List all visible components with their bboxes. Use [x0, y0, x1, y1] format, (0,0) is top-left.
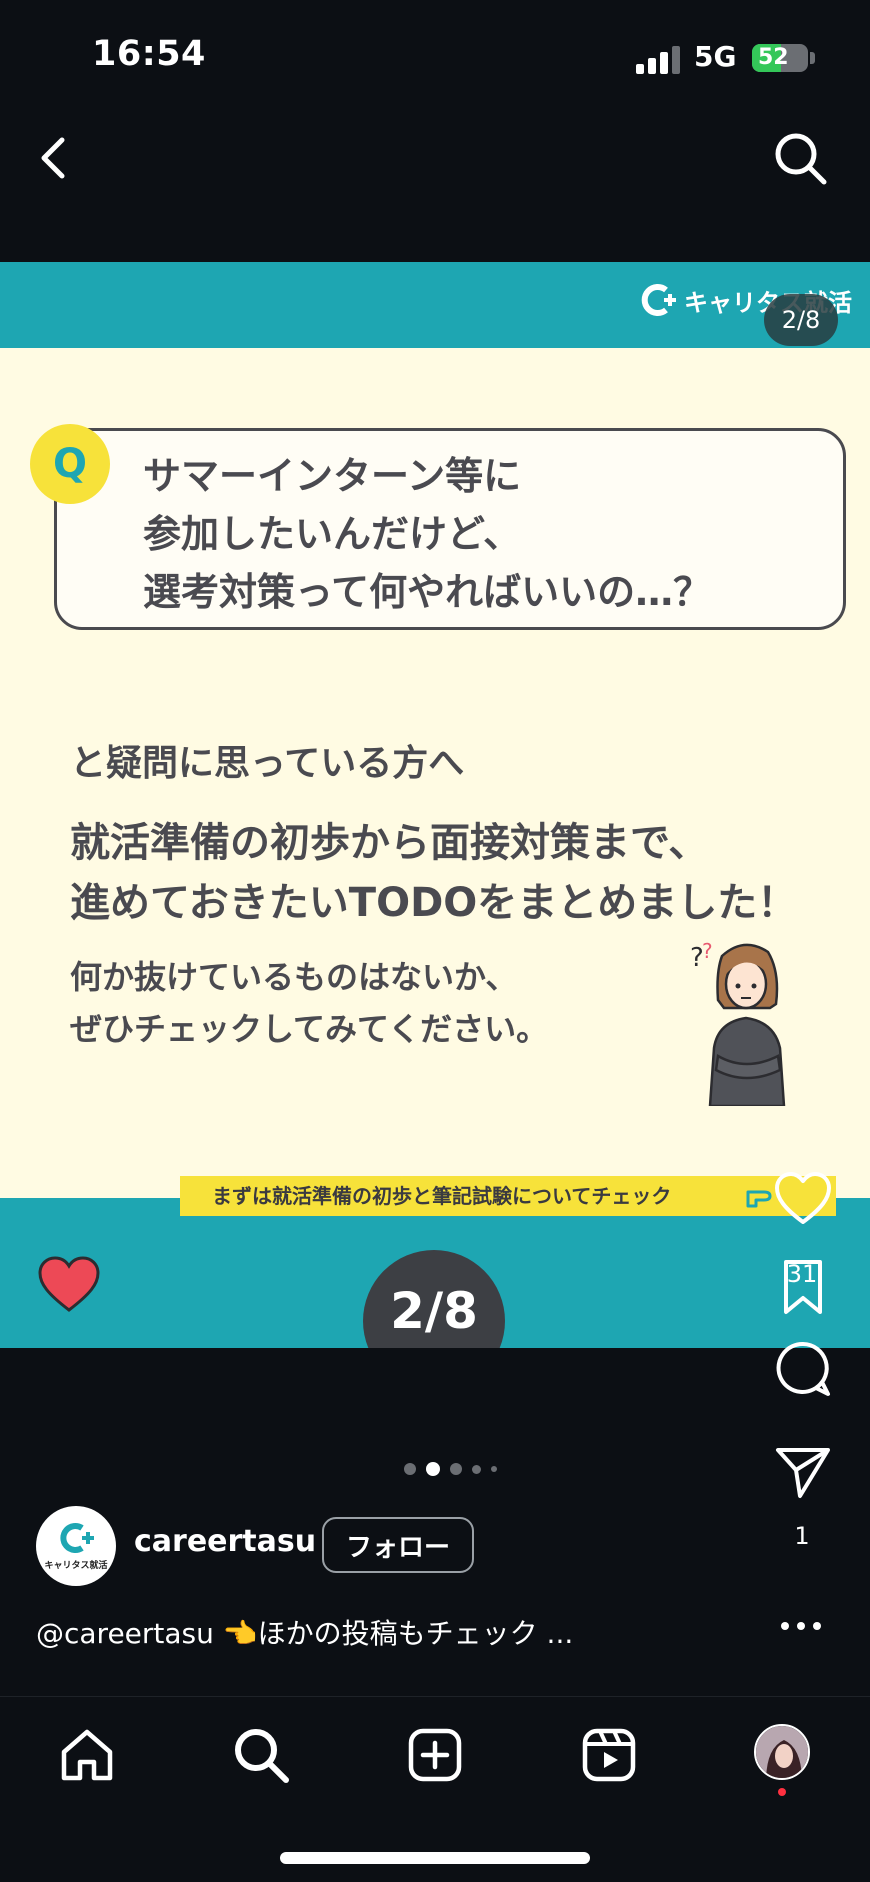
bookmark-icon: [784, 1260, 822, 1314]
question-badge: Q: [30, 424, 110, 504]
lead-text: と疑問に思っている方へ: [70, 743, 465, 784]
carousel-dot: [426, 1462, 440, 1476]
battery-nub: [810, 52, 815, 64]
plus-square-icon: [408, 1728, 462, 1782]
share-button[interactable]: [774, 1442, 832, 1500]
home-indicator[interactable]: [280, 1852, 590, 1864]
headline-line-1: 就活準備の初歩から面接対策まで、: [70, 820, 709, 866]
careertasu-logo-icon: [60, 1523, 94, 1553]
back-button[interactable]: [28, 128, 76, 188]
question-line-2: 参加したいんだけど、: [143, 512, 522, 556]
share-count: 1: [794, 1522, 810, 1550]
search-button[interactable]: [770, 128, 830, 188]
sub-line-1: 何か抜けているものはないか、: [70, 958, 518, 996]
post-caption[interactable]: @careertasu 👈ほかの投稿もチェック ...: [36, 1612, 573, 1652]
question-box: サマーインターン等に 参加したいんだけど、 選考対策って何やればいいの…？: [54, 428, 846, 630]
cta-strip: まずは就活準備の初歩と筆記試験についてチェック: [180, 1176, 836, 1216]
carousel-dot: [472, 1464, 481, 1474]
search-icon: [775, 133, 827, 185]
save-button[interactable]: [774, 1258, 832, 1316]
headline-line-2: 進めておきたいTODOをまとめました！: [70, 880, 798, 926]
battery-level: 52: [758, 45, 789, 70]
more-horizontal-icon: [781, 1622, 821, 1630]
carousel-dot: [404, 1463, 416, 1475]
comment-button[interactable]: [774, 1340, 832, 1398]
follow-button[interactable]: フォロー: [322, 1517, 474, 1573]
carousel-dot: [450, 1463, 462, 1475]
comment-icon: [776, 1341, 830, 1396]
chevron-left-icon: [41, 137, 65, 179]
status-time: 16:54: [92, 34, 206, 74]
network-type: 5G: [694, 40, 737, 73]
carousel-dot: [491, 1466, 497, 1472]
avatar-brand-text: キャリタス就活: [44, 1561, 108, 1571]
brand-mark-icon: [641, 284, 676, 316]
home-icon: [61, 1729, 113, 1781]
post-image[interactable]: キャリタス就活 2/8 サマーインターン等に 参加したいんだけど、 選考対策って…: [0, 262, 870, 1348]
search-icon: [235, 1729, 289, 1783]
question-line-3: 選考対策って何やればいいの…？: [143, 570, 712, 614]
signal-strength-icon: [636, 44, 680, 74]
question-line-1: サマーインターン等に: [143, 454, 522, 498]
account-avatar[interactable]: キャリタス就活: [36, 1506, 116, 1586]
tab-home[interactable]: [56, 1724, 118, 1786]
tab-profile[interactable]: [754, 1724, 810, 1780]
more-options-button[interactable]: [776, 1608, 826, 1644]
pointing-hand-icon: [746, 1190, 772, 1208]
tab-search[interactable]: [230, 1724, 292, 1786]
battery-icon: 52: [752, 44, 808, 72]
tab-create[interactable]: [404, 1724, 466, 1786]
heart-outline-icon: [775, 1172, 831, 1224]
thinking-person-illustration: ? ?: [690, 939, 786, 1106]
tab-reels[interactable]: [578, 1724, 640, 1786]
slide-counter: 2/8: [764, 294, 838, 346]
send-icon: [776, 1448, 830, 1498]
reels-icon: [582, 1728, 636, 1782]
svg-text:?: ?: [702, 939, 713, 963]
username[interactable]: careertasu: [134, 1524, 316, 1559]
like-heart-icon: [38, 1256, 100, 1312]
sub-line-2: ぜひチェックしてみてください。: [70, 1010, 549, 1048]
notification-dot: [778, 1788, 786, 1796]
like-button[interactable]: [774, 1170, 832, 1228]
carousel-dots: [404, 1462, 497, 1476]
